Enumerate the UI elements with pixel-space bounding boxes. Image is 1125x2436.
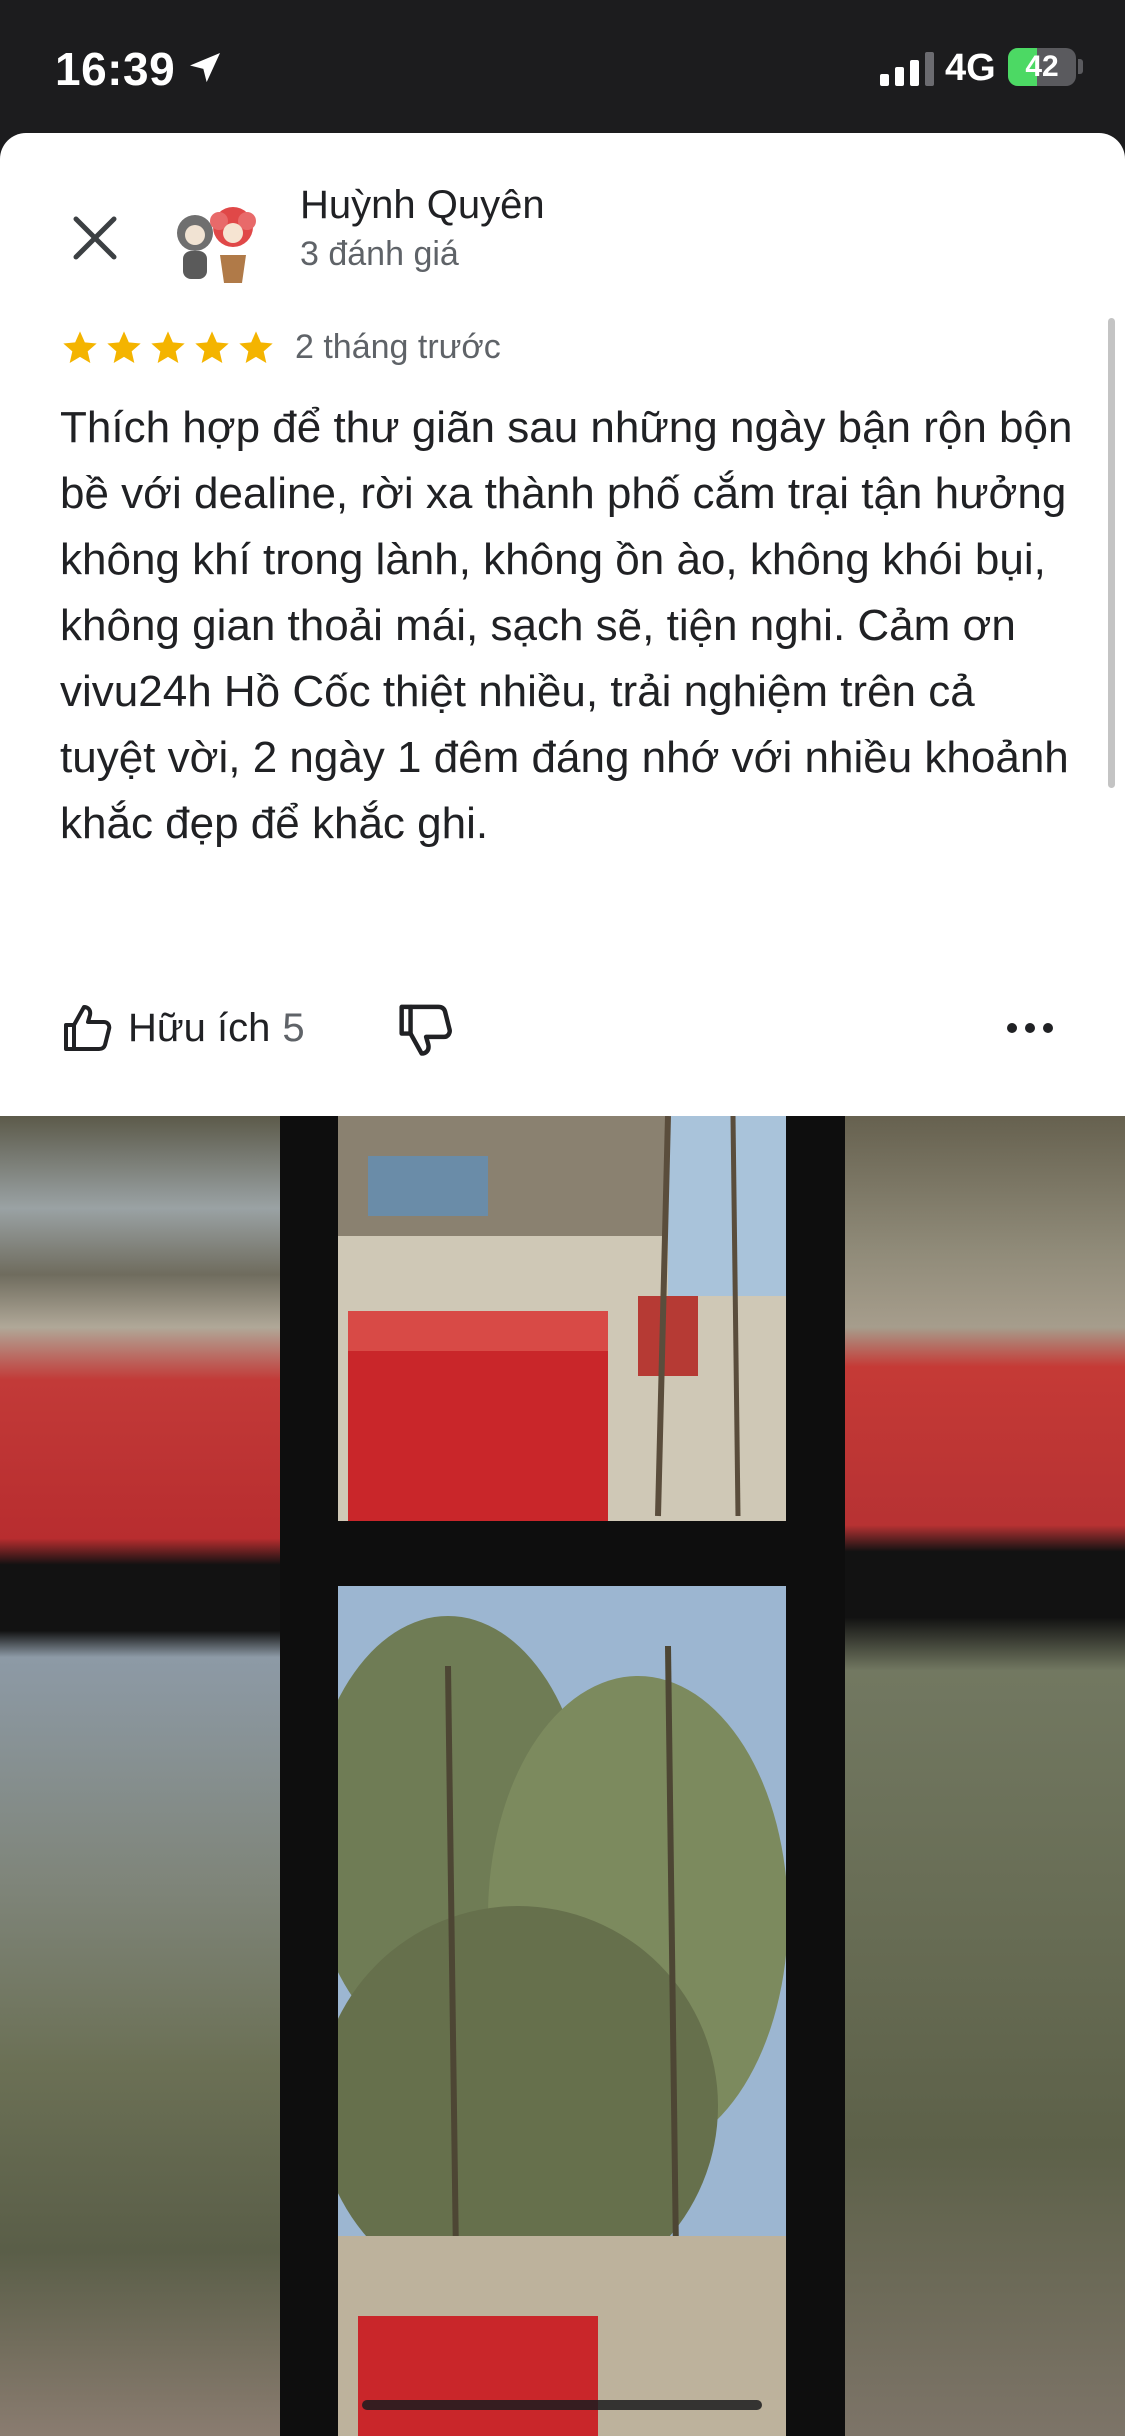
thumb-up-icon [64,1005,112,1051]
reviewer-review-count: 3 đánh giá [300,235,459,273]
status-time: 16:39 [55,43,176,95]
network-type: 4G [945,47,996,89]
helpful-label: Hữu ích [128,1005,271,1050]
more-options-icon[interactable] [1000,1006,1060,1050]
review-date: 2 tháng trước [295,328,501,366]
star-icon [239,331,273,363]
star-icon [151,331,185,363]
star-rating [60,328,276,368]
avatar[interactable] [165,193,265,293]
battery-tip [1078,59,1083,74]
scrollbar[interactable] [1108,318,1115,788]
reviewer-name[interactable]: Huỳnh Quyên [300,183,545,228]
review-actions: Hữu ích 5 [0,988,1125,1068]
star-icon [107,331,141,363]
battery-percent: 42 [1025,50,1059,83]
review-photo[interactable] [0,1116,1125,2436]
home-indicator[interactable] [362,2400,762,2410]
location-arrow-icon [190,53,220,83]
review-text: Thích hợp để thư giãn sau những ngày bận… [60,403,1073,848]
star-icon [195,331,229,363]
signal-bars-icon [880,52,934,86]
thumb-down-icon[interactable] [395,998,455,1058]
helpful-button[interactable]: Hữu ích 5 [60,998,305,1058]
photo-frame-campsite [338,1116,786,1521]
film-strip [280,1116,850,2436]
helpful-count: 5 [282,1005,305,1050]
photo-frame-trees [338,1586,786,2436]
photo-blurred-left [0,1116,285,2436]
photo-blurred-right [845,1116,1125,2436]
review-sheet: Huỳnh Quyên 3 đánh giá 2 tháng trước Thí… [0,133,1125,2436]
close-icon[interactable] [60,203,130,273]
battery-charging-icon: 42 [1008,48,1076,86]
status-bar: 16:39 4G 42 [0,0,1125,135]
star-icon [63,331,97,363]
